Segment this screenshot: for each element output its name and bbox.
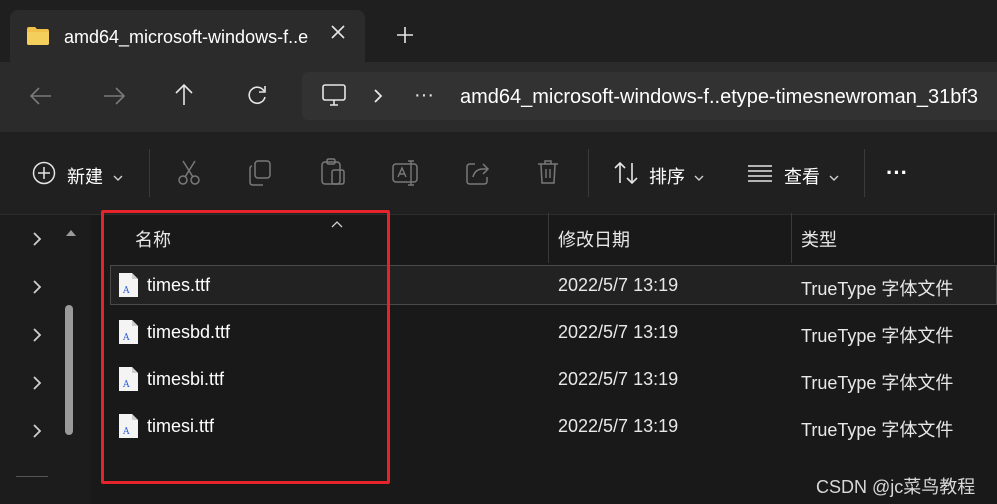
this-pc-icon[interactable] — [322, 84, 346, 111]
nav-expand-chevron-icon[interactable] — [32, 279, 42, 300]
new-plus-icon[interactable] — [32, 161, 56, 190]
separator — [864, 149, 865, 197]
tab-title: amd64_microsoft-windows-f..e — [64, 27, 309, 47]
column-header-modified[interactable]: 修改日期 — [558, 226, 630, 252]
file-type: TrueType 字体文件 — [801, 326, 954, 346]
new-tab-icon[interactable] — [396, 22, 414, 48]
sort-chevron-down-icon[interactable] — [694, 169, 704, 187]
forward-arrow-icon[interactable] — [103, 86, 125, 106]
up-arrow-icon[interactable] — [174, 84, 194, 106]
watermark: CSDN @jc菜鸟教程 — [816, 477, 976, 497]
file-type: TrueType 字体文件 — [801, 279, 954, 299]
file-modified: 2022/5/7 13:19 — [558, 369, 679, 389]
scroll-up-arrow-icon[interactable] — [65, 224, 77, 242]
divider — [16, 476, 48, 477]
delete-icon[interactable] — [537, 159, 559, 190]
nav-expand-chevron-icon[interactable] — [32, 231, 42, 252]
view-button[interactable]: 查看 — [784, 163, 820, 189]
refresh-icon[interactable] — [246, 85, 268, 107]
paste-icon[interactable] — [320, 158, 346, 191]
breadcrumb-current-folder[interactable]: amd64_microsoft-windows-f..etype-timesne… — [460, 86, 978, 109]
nav-pane-scrollbar-thumb[interactable] — [65, 305, 73, 435]
back-arrow-icon[interactable] — [30, 86, 52, 106]
sort-icon[interactable] — [613, 161, 639, 190]
folder-icon — [26, 26, 50, 51]
column-divider[interactable] — [994, 213, 995, 263]
breadcrumb-chevron-icon[interactable] — [373, 88, 383, 109]
new-button[interactable]: 新建 — [67, 163, 103, 189]
separator — [149, 149, 150, 197]
nav-expand-chevron-icon[interactable] — [32, 423, 42, 444]
new-chevron-down-icon[interactable] — [113, 169, 123, 187]
share-icon[interactable] — [465, 160, 491, 191]
rename-icon[interactable] — [392, 160, 420, 191]
column-divider[interactable] — [791, 213, 792, 263]
column-header-type[interactable]: 类型 — [801, 226, 837, 252]
cut-icon[interactable] — [177, 160, 201, 191]
sort-button[interactable]: 排序 — [649, 163, 685, 189]
separator — [588, 149, 589, 197]
column-divider[interactable] — [548, 213, 549, 263]
red-highlight-annotation — [101, 210, 390, 484]
more-options-button[interactable]: ··· — [886, 160, 908, 186]
file-type: TrueType 字体文件 — [801, 420, 954, 440]
close-tab-icon[interactable] — [330, 24, 346, 44]
file-modified: 2022/5/7 13:19 — [558, 416, 679, 436]
file-type: TrueType 字体文件 — [801, 373, 954, 393]
navigation-pane — [0, 215, 90, 504]
view-chevron-down-icon[interactable] — [829, 169, 839, 187]
file-modified: 2022/5/7 13:19 — [558, 275, 679, 295]
file-modified: 2022/5/7 13:19 — [558, 322, 679, 342]
nav-expand-chevron-icon[interactable] — [32, 375, 42, 396]
nav-expand-chevron-icon[interactable] — [32, 327, 42, 348]
breadcrumb-overflow[interactable]: ··· — [414, 84, 434, 107]
copy-icon[interactable] — [248, 160, 272, 191]
view-icon[interactable] — [747, 164, 773, 187]
